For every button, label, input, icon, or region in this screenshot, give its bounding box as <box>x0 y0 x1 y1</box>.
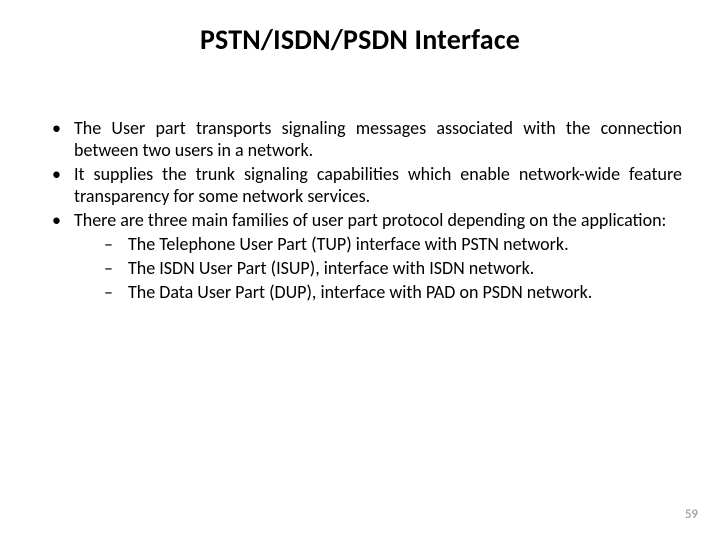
sub-bullet-item: The Data User Part (DUP), interface with… <box>74 282 682 304</box>
bullet-item: The User part transports signaling messa… <box>46 118 682 162</box>
bullet-list: The User part transports signaling messa… <box>46 118 682 304</box>
sub-bullet-text: The ISDN User Part (ISUP), interface wit… <box>128 257 534 279</box>
sub-bullet-item: The ISDN User Part (ISUP), interface wit… <box>74 258 682 280</box>
bullet-text: It supplies the trunk signaling capabili… <box>74 163 682 207</box>
bullet-text: There are three main families of user pa… <box>74 209 666 231</box>
slide-body: The User part transports signaling messa… <box>46 118 682 306</box>
sub-bullet-item: The Telephone User Part (TUP) interface … <box>74 234 682 256</box>
bullet-item: It supplies the trunk signaling capabili… <box>46 164 682 208</box>
bullet-text: The User part transports signaling messa… <box>74 117 682 161</box>
page-number: 59 <box>685 507 698 522</box>
sub-bullet-text: The Telephone User Part (TUP) interface … <box>128 233 569 255</box>
sub-bullet-list: The Telephone User Part (TUP) interface … <box>74 234 682 304</box>
slide-title: PSTN/ISDN/PSDN Interface <box>0 22 720 57</box>
bullet-item: There are three main families of user pa… <box>46 210 682 304</box>
sub-bullet-text: The Data User Part (DUP), interface with… <box>128 281 592 303</box>
slide: PSTN/ISDN/PSDN Interface The User part t… <box>0 0 720 540</box>
